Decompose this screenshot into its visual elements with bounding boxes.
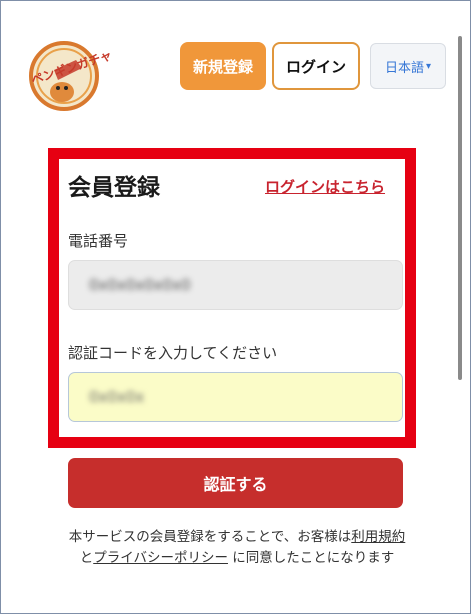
login-link[interactable]: ログインはこちら — [265, 176, 385, 197]
phone-value: 0x0x0x0x0x0 — [89, 276, 191, 294]
terms-middle: と — [79, 550, 94, 566]
logo[interactable]: ペンギンガチャ — [24, 40, 114, 112]
code-value: 0x0x0x — [89, 388, 145, 406]
verify-button[interactable]: 認証する — [68, 458, 403, 508]
login-button[interactable]: ログイン — [272, 42, 360, 90]
register-button[interactable]: 新規登録 — [180, 42, 266, 90]
code-label: 認証コードを入力してください — [68, 344, 278, 362]
phone-label: 電話番号 — [68, 232, 129, 250]
logo-icon: ペンギンガチャ — [29, 41, 114, 111]
scrollbar[interactable] — [458, 36, 462, 380]
chevron-down-icon: ▾ — [425, 60, 432, 72]
terms-suffix: に同意したことになります — [227, 550, 395, 566]
language-label: 日本語 — [384, 60, 424, 76]
language-selector[interactable]: 日本語 ▾ — [370, 43, 446, 89]
phone-input[interactable]: 0x0x0x0x0x0 — [68, 260, 403, 310]
terms-prefix: 本サービスの会員登録をすることで、お客様は — [68, 529, 352, 545]
terms-notice: 本サービスの会員登録をすることで、お客様は利用規約とプライバシーポリシー に同意… — [68, 527, 406, 569]
page-title: 会員登録 — [68, 175, 160, 201]
verification-code-input[interactable]: 0x0x0x — [68, 372, 403, 422]
terms-of-use-link[interactable]: 利用規約 — [351, 529, 405, 545]
privacy-policy-link[interactable]: プライバシーポリシー — [93, 550, 228, 566]
